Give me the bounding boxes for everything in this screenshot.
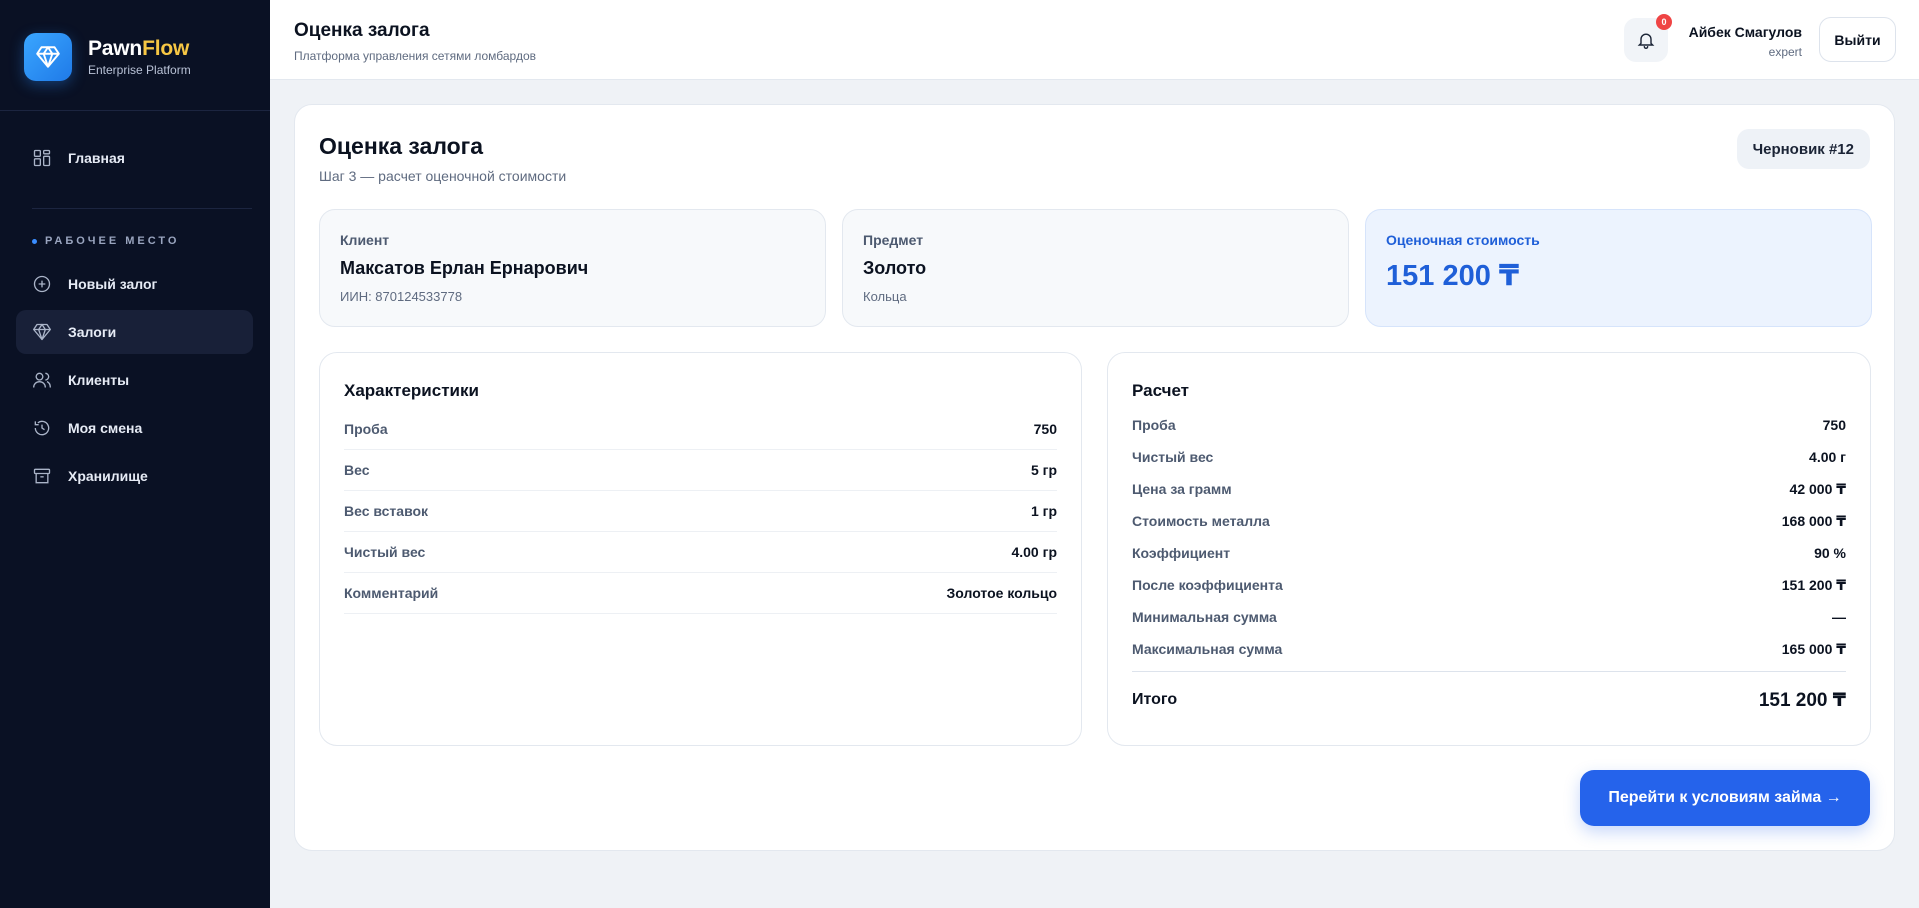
table-row: Вес 5 гр xyxy=(344,450,1057,491)
table-row: Минимальная сумма — xyxy=(1132,609,1846,625)
section-dot xyxy=(32,238,37,244)
sidebar-divider xyxy=(32,208,252,209)
sidebar-item-label: Моя смена xyxy=(68,420,143,436)
calculation-title: Расчет xyxy=(1132,381,1190,400)
total-label: Итого xyxy=(1132,691,1178,708)
appraisal-card: Оценка залога Шаг 3 — расчет оценочной с… xyxy=(294,104,1895,851)
estimate-label: Оценочная стоимость xyxy=(1386,232,1540,248)
estimate-value: 151 200 ₸ xyxy=(1386,260,1520,292)
table-row: Чистый вес 4.00 г xyxy=(1132,449,1846,465)
diamond-icon xyxy=(24,33,72,81)
table-row: Цена за грамм 42 000 ₸ xyxy=(1132,480,1846,498)
sidebar-item-home[interactable]: Главная xyxy=(16,136,253,180)
sidebar: PawnFlow Enterprise Platform Главная РАБ… xyxy=(0,0,270,908)
sidebar-item-label: Залоги xyxy=(68,324,117,340)
table-row: Коэффициент 90 % xyxy=(1132,545,1846,561)
sidebar-item-pledges[interactable]: Залоги xyxy=(16,310,253,354)
user-role: expert xyxy=(1768,45,1802,59)
brand-name: PawnFlow xyxy=(88,37,190,60)
brand[interactable]: PawnFlow Enterprise Platform xyxy=(0,0,270,111)
sidebar-item-new-pledge[interactable]: Новый залог xyxy=(16,262,253,306)
estimate-card: Оценочная стоимость 151 200 ₸ xyxy=(1365,209,1872,327)
table-row: Проба 750 xyxy=(344,409,1057,450)
table-row: Максимальная сумма 165 000 ₸ xyxy=(1132,640,1846,658)
table-row: Проба 750 xyxy=(1132,417,1846,433)
sidebar-item-my-shift[interactable]: Моя смена xyxy=(16,406,253,450)
users-icon xyxy=(33,372,51,388)
item-category: Кольца xyxy=(863,289,907,304)
table-row: Вес вставок 1 гр xyxy=(344,491,1057,532)
client-name: Максатов Ерлан Ернарович xyxy=(340,258,589,278)
header-subtitle: Платформа управления сетями ломбардов xyxy=(294,49,536,63)
archive-icon xyxy=(33,468,51,484)
client-iin: ИИН: 870124533778 xyxy=(340,289,463,304)
header-title: Оценка залога xyxy=(294,20,430,41)
page-title: Оценка залога xyxy=(319,133,484,159)
characteristics-panel: Характеристики Проба 750 Вес 5 гр Вес вста… xyxy=(319,352,1082,746)
client-label: Клиент xyxy=(340,232,390,248)
top-bar: Оценка залога Платформа управления сетям… xyxy=(270,0,1919,80)
go-to-loan-terms-button[interactable]: Перейти к условиям займа → xyxy=(1580,770,1870,826)
grid-icon xyxy=(33,149,51,167)
history-icon xyxy=(34,420,50,436)
sidebar-item-label: Новый залог xyxy=(68,276,158,292)
table-row: После коэффициента 151 200 ₸ xyxy=(1132,576,1846,594)
diamond-icon xyxy=(33,323,51,341)
sidebar-section-title: РАБОЧЕЕ МЕСТО xyxy=(32,235,179,247)
sidebar-item-label: Клиенты xyxy=(68,372,130,388)
item-type: Золото xyxy=(863,258,927,278)
logout-button[interactable]: Выйти xyxy=(1819,17,1896,62)
table-row: Стоимость металла 168 000 ₸ xyxy=(1132,512,1846,530)
item-card: Предмет Золото Кольца xyxy=(842,209,1349,327)
brand-text: PawnFlow Enterprise Platform xyxy=(88,37,191,77)
sidebar-item-label: Главная xyxy=(68,150,125,166)
page-subtitle: Шаг 3 — расчет оценочной стоимости xyxy=(319,168,567,184)
bell-icon xyxy=(1637,33,1655,49)
table-row: Комментарий Золотое кольцо xyxy=(344,573,1057,614)
brand-subtitle: Enterprise Platform xyxy=(88,63,191,77)
client-card: Клиент Максатов Ерлан Ернарович ИИН: 870… xyxy=(319,209,826,327)
sidebar-item-clients[interactable]: Клиенты xyxy=(16,358,253,402)
characteristics-title: Характеристики xyxy=(344,381,479,400)
total-value: 151 200 ₸ xyxy=(1758,689,1846,711)
sidebar-item-label: Хранилище xyxy=(68,468,148,484)
user-name: Айбек Смагулов xyxy=(1688,24,1802,40)
calculation-panel: Расчет Проба 750 Чистый вес 4.00 г Цена за… xyxy=(1107,352,1871,746)
sidebar-item-storage[interactable]: Хранилище xyxy=(16,454,253,498)
plus-circle-icon xyxy=(33,275,51,293)
item-label: Предмет xyxy=(863,232,924,248)
total-row: Итого 151 200 ₸ xyxy=(1132,672,1846,728)
draft-badge: Черновик #12 xyxy=(1736,129,1870,169)
table-row: Чистый вес 4.00 гр xyxy=(344,532,1057,573)
notification-badge: 0 xyxy=(1656,14,1672,30)
